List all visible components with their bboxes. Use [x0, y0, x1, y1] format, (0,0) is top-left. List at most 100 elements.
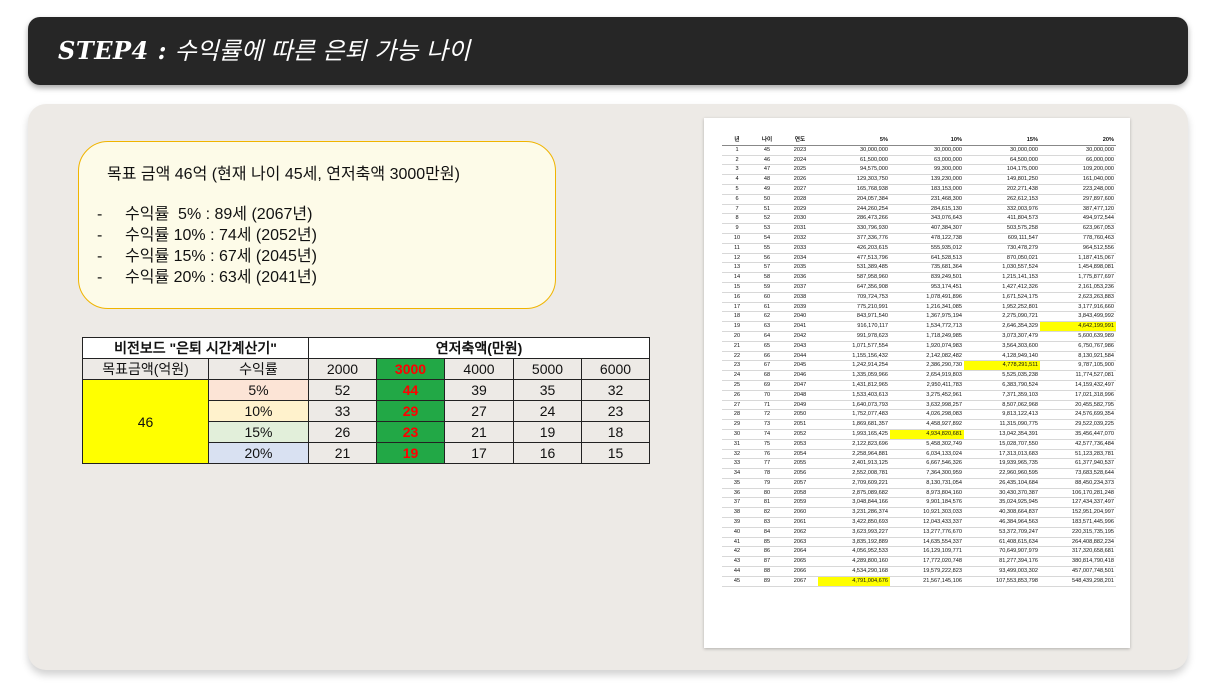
table-cell: 5: [722, 184, 752, 195]
table-cell: 2,709,609,221: [818, 478, 890, 489]
table-cell: 204,057,384: [818, 194, 890, 205]
table-cell: 4,778,291,511: [964, 360, 1040, 372]
table-cell: 35,024,925,945: [964, 497, 1040, 509]
table-cell: 843,971,540: [818, 311, 890, 323]
table-cell: 31: [722, 439, 752, 450]
table-cell: 104,175,000: [964, 164, 1040, 176]
table-cell: 8: [722, 213, 752, 225]
table-cell: 17,772,020,748: [890, 556, 964, 568]
table-cell: 11,774,527,081: [1040, 370, 1116, 381]
table-row: 12 56 2034 477,513,796 641,528,513 870,050,02…: [722, 253, 1116, 264]
table-cell: 19: [722, 321, 752, 332]
table-cell: 2060: [782, 507, 818, 519]
age-cell: 35: [513, 379, 582, 401]
table-cell: 5,458,302,749: [890, 439, 964, 450]
table-cell: 64: [752, 331, 782, 342]
table-cell: 26: [722, 390, 752, 401]
table-row: 17 61 2039 775,210,991 1,216,341,085 1,952,25…: [722, 302, 1116, 313]
table-cell: 3,177,916,660: [1040, 302, 1116, 313]
table-cell: 1,427,412,326: [964, 282, 1040, 293]
col-header-10pct: 10%: [890, 136, 964, 146]
table-cell: 127,434,337,497: [1040, 497, 1116, 509]
table-cell: 2: [722, 155, 752, 166]
table-cell: 149,801,250: [964, 174, 1040, 185]
table-cell: 244,260,254: [818, 204, 890, 215]
table-cell: 58: [752, 272, 782, 283]
calculator-title: 비전보드 "은퇴 시간계산기": [82, 337, 309, 359]
table-cell: 40,308,664,837: [964, 507, 1040, 519]
table-cell: 8,973,804,160: [890, 488, 964, 499]
table-cell: 13: [722, 262, 752, 274]
table-cell: 165,768,938: [818, 184, 890, 195]
age-cell: 26: [308, 421, 377, 443]
table-cell: 2059: [782, 497, 818, 509]
table-cell: 1,869,681,357: [818, 419, 890, 430]
table-cell: 991,978,623: [818, 331, 890, 342]
table-cell: 20,455,582,795: [1040, 400, 1116, 411]
table-row: 43 87 2065 4,289,800,160 17,772,020,748 81,27…: [722, 556, 1116, 568]
table-cell: 1,775,877,697: [1040, 272, 1116, 283]
table-cell: 129,303,750: [818, 174, 890, 185]
age-cell: 44: [376, 379, 445, 401]
table-row: 39 83 2061 3,422,850,693 12,043,433,337 46,38…: [722, 517, 1116, 528]
table-cell: 2058: [782, 488, 818, 499]
table-cell: 83: [752, 517, 782, 528]
table-cell: 231,468,300: [890, 194, 964, 205]
table-cell: 478,122,738: [890, 233, 964, 244]
table-cell: 2028: [782, 194, 818, 205]
table-cell: 407,384,307: [890, 223, 964, 234]
table-cell: 61,500,000: [818, 155, 890, 166]
age-cell: 18: [581, 421, 650, 443]
table-cell: 2,275,090,721: [964, 311, 1040, 323]
age-cell: 33: [308, 400, 377, 422]
table-cell: 2056: [782, 468, 818, 479]
table-cell: 286,473,266: [818, 213, 890, 225]
table-cell: 11,315,090,775: [964, 419, 1040, 430]
table-row: 8 52 2030 286,473,266 343,076,643 411,804,573…: [722, 213, 1116, 225]
age-cell: 21: [308, 442, 377, 464]
table-cell: 61: [752, 302, 782, 313]
table-cell: 6,750,767,986: [1040, 341, 1116, 352]
col-header-20pct: 20%: [1040, 136, 1116, 146]
step-label: STEP4 :: [58, 36, 167, 65]
table-cell: 609,111,547: [964, 233, 1040, 244]
age-cell: 15: [581, 442, 650, 464]
table-cell: 220,315,735,195: [1040, 527, 1116, 538]
table-row: 1 45 2023 30,000,000 30,000,000 30,000,000 30,…: [722, 145, 1116, 156]
col-header-year: 연도: [782, 136, 818, 146]
table-cell: 870,050,021: [964, 253, 1040, 264]
table-row: 10 54 2032 377,336,776 478,122,738 609,111,54…: [722, 233, 1116, 244]
table-cell: 45: [722, 576, 752, 587]
table-cell: 37: [722, 497, 752, 509]
table-cell: 2038: [782, 292, 818, 303]
table-cell: 7,364,300,959: [890, 468, 964, 479]
table-cell: 2054: [782, 449, 818, 460]
table-cell: 839,249,501: [890, 272, 964, 283]
table-cell: 2063: [782, 537, 818, 548]
col-header-year-index: 년: [722, 136, 752, 146]
table-cell: 2066: [782, 566, 818, 577]
table-cell: 183,571,445,996: [1040, 517, 1116, 528]
table-cell: 63: [752, 321, 782, 332]
table-cell: 2024: [782, 155, 818, 166]
table-cell: 17,021,318,996: [1040, 390, 1116, 401]
table-cell: 2062: [782, 527, 818, 538]
table-cell: 78: [752, 468, 782, 479]
table-cell: 623,967,053: [1040, 223, 1116, 234]
table-cell: 2,950,411,783: [890, 380, 964, 391]
table-cell: 49: [752, 184, 782, 195]
table-cell: 15,028,707,550: [964, 439, 1040, 450]
table-row: 38 82 2060 3,231,286,374 10,921,303,033 40,30…: [722, 507, 1116, 519]
table-cell: 2035: [782, 262, 818, 274]
table-cell: 775,210,991: [818, 302, 890, 313]
table-cell: 41: [722, 537, 752, 548]
table-cell: 50: [752, 194, 782, 205]
table-cell: 1,431,812,965: [818, 380, 890, 391]
table-cell: 531,389,485: [818, 262, 890, 274]
table-cell: 38: [722, 507, 752, 519]
table-cell: 5,525,035,238: [964, 370, 1040, 381]
table-cell: 2053: [782, 439, 818, 450]
growth-table: 년 나이 연도 5% 10% 15% 20% 1 45 2023 30,000,000…: [722, 136, 1116, 587]
table-cell: 4: [722, 174, 752, 185]
table-cell: 1,920,074,983: [890, 341, 964, 352]
